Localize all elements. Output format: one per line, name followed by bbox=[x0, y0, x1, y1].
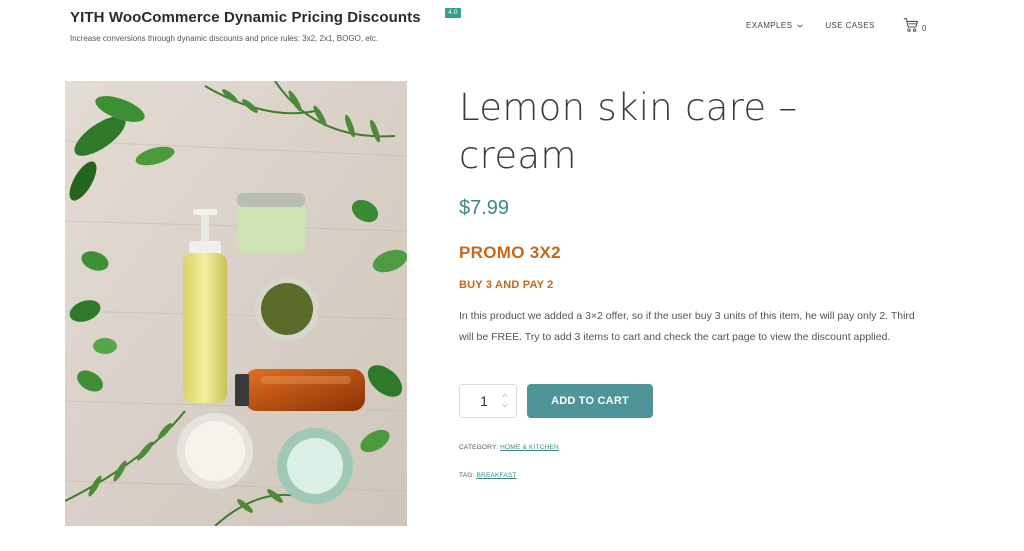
site-title[interactable]: YITH WooCommerce Dynamic Pricing Discoun… bbox=[70, 9, 421, 26]
product-description: In this product we added a 3×2 offer, so… bbox=[459, 310, 915, 343]
category-label: CATEGORY: bbox=[459, 444, 499, 451]
promo-subheading: BUY 3 AND PAY 2 bbox=[459, 279, 554, 291]
quantity-value[interactable]: 1 bbox=[480, 393, 488, 409]
product-price: $7.99 bbox=[459, 197, 510, 219]
product-photo bbox=[65, 81, 407, 526]
nav-item-examples[interactable]: EXAMPLES bbox=[746, 21, 804, 30]
tag-link[interactable]: BREAKFAST bbox=[477, 472, 517, 479]
product-image[interactable] bbox=[65, 81, 407, 526]
add-to-cart-button[interactable]: ADD TO CART bbox=[527, 384, 653, 418]
main-nav: EXAMPLES USE CASES bbox=[746, 21, 875, 30]
product-tag: TAG: BREAKFAST bbox=[459, 472, 517, 479]
chevron-down-icon[interactable] bbox=[502, 403, 508, 408]
category-link[interactable]: HOME & KITCHEN bbox=[500, 444, 559, 451]
promo-heading: PROMO 3X2 bbox=[459, 243, 561, 262]
product-title: Lemon skin care – cream bbox=[459, 86, 798, 177]
site-tagline: Increase conversions through dynamic dis… bbox=[70, 34, 379, 43]
nav-item-use-cases[interactable]: USE CASES bbox=[825, 21, 874, 30]
cart-count: 0 bbox=[922, 24, 927, 33]
quantity-stepper[interactable]: 1 bbox=[459, 384, 517, 418]
nav-item-label: EXAMPLES bbox=[746, 21, 793, 30]
chevron-up-icon[interactable] bbox=[502, 393, 508, 398]
version-badge: 4.0 bbox=[445, 8, 461, 18]
tag-label: TAG: bbox=[459, 472, 475, 479]
product-category: CATEGORY: HOME & KITCHEN bbox=[459, 444, 559, 451]
cart-icon bbox=[903, 18, 918, 32]
cart-link[interactable]: 0 bbox=[903, 17, 926, 33]
nav-item-label: USE CASES bbox=[825, 21, 875, 30]
chevron-down-icon bbox=[797, 24, 804, 28]
quantity-arrows[interactable] bbox=[502, 393, 508, 408]
